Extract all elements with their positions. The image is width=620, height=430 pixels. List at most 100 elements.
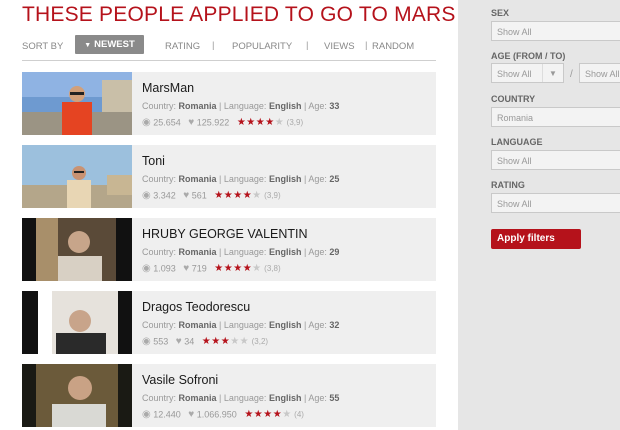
star-rating: ★★★★★ xyxy=(202,336,249,347)
rating-select[interactable]: Show All xyxy=(491,193,620,213)
age-label: Age: xyxy=(308,320,327,330)
age-value: 33 xyxy=(329,101,340,111)
language-value: English xyxy=(268,101,302,111)
language-value: English xyxy=(268,247,302,257)
age-to-select[interactable]: Show All xyxy=(579,63,620,83)
star-icon: ★ xyxy=(253,409,264,421)
age-to-value: Show All xyxy=(585,69,620,79)
country-filter-label: COUNTRY xyxy=(491,94,536,104)
country-label: Country: xyxy=(142,393,177,403)
star-icon: ★ xyxy=(272,409,283,421)
heart-icon: ♥ xyxy=(188,409,195,421)
sex-filter-label: SEX xyxy=(491,8,510,18)
applicant-photo[interactable] xyxy=(22,291,132,354)
applicant-name[interactable]: HRUBY GEORGE VALENTIN xyxy=(142,227,308,241)
sort-views-link[interactable]: VIEWS xyxy=(324,41,355,52)
applicant-details: Country: Romania | Language: English | A… xyxy=(142,247,340,257)
country-select[interactable]: Romania xyxy=(491,107,620,127)
star-icon: ★ xyxy=(274,117,285,129)
applicant-stats: ◉ 1.093 ♥ 719 ★★★★★ (3,8) xyxy=(142,263,281,274)
age-label: Age: xyxy=(308,247,327,257)
country-value: Romania xyxy=(178,247,217,257)
view-count: 1.093 xyxy=(153,263,176,274)
sort-separator: | xyxy=(306,40,309,51)
applicant-card[interactable]: MarsMan Country: Romania | Language: Eng… xyxy=(22,72,436,135)
language-label: Language: xyxy=(223,101,267,111)
sort-rating-link[interactable]: RATING xyxy=(165,41,200,52)
view-count: 3.342 xyxy=(153,190,176,201)
age-label: Age: xyxy=(308,174,327,184)
applicant-card[interactable]: Vasile Sofroni Country: Romania | Langua… xyxy=(22,364,436,427)
star-icon: ★ xyxy=(233,263,243,275)
star-icon: ★ xyxy=(220,336,231,348)
applicant-details: Country: Romania | Language: English | A… xyxy=(142,393,340,403)
applicant-stats: ◉ 3.342 ♥ 561 ★★★★★ (3,9) xyxy=(142,190,281,201)
view-count: 12.440 xyxy=(153,409,181,420)
applicant-name[interactable]: Vasile Sofroni xyxy=(142,373,218,387)
age-from-value: Show All xyxy=(497,69,532,79)
sex-select[interactable]: Show All xyxy=(491,21,620,41)
age-from-select[interactable]: Show All ▼ xyxy=(491,63,564,83)
sort-popularity-link[interactable]: POPULARITY xyxy=(232,41,292,52)
star-icon: ★ xyxy=(263,409,273,421)
star-icon: ★ xyxy=(201,336,212,348)
applicant-name[interactable]: Dragos Teodorescu xyxy=(142,300,250,314)
rating-value: (4) xyxy=(294,410,304,420)
country-label: Country: xyxy=(142,174,177,184)
language-select[interactable]: Show All xyxy=(491,150,620,170)
country-label: Country: xyxy=(142,101,177,111)
star-rating: ★★★★★ xyxy=(237,117,284,128)
like-count: 125.922 xyxy=(196,117,230,128)
sort-newest-button[interactable]: ▼ NEWEST xyxy=(75,35,144,54)
star-icon: ★ xyxy=(211,336,221,348)
apply-filters-button[interactable]: Apply filters xyxy=(491,229,581,249)
language-select-value: Show All xyxy=(497,156,532,166)
age-label: Age: xyxy=(308,101,327,111)
country-select-value: Romania xyxy=(497,113,534,123)
rating-value: (3,9) xyxy=(264,191,281,201)
heart-icon: ♥ xyxy=(188,117,195,129)
sort-random-link[interactable]: RANDOM xyxy=(372,41,414,52)
sort-separator: | xyxy=(365,40,368,51)
applicant-card[interactable]: HRUBY GEORGE VALENTIN Country: Romania |… xyxy=(22,218,436,281)
applicant-photo[interactable] xyxy=(22,364,132,427)
applicant-photo[interactable] xyxy=(22,218,132,281)
applicant-photo[interactable] xyxy=(22,72,132,135)
star-icon: ★ xyxy=(230,336,240,348)
like-count: 561 xyxy=(191,190,207,201)
age-label: Age: xyxy=(308,393,327,403)
main-content: THESE PEOPLE APPLIED TO GO TO MARS SORT … xyxy=(0,0,458,430)
chevron-down-icon: ▼ xyxy=(542,64,563,82)
applicant-card[interactable]: Toni Country: Romania | Language: Englis… xyxy=(22,145,436,208)
country-label: Country: xyxy=(142,320,177,330)
applicant-name[interactable]: Toni xyxy=(142,154,165,168)
language-label: Language: xyxy=(223,320,267,330)
applicant-card[interactable]: Dragos Teodorescu Country: Romania | Lan… xyxy=(22,291,436,354)
rating-filter-label: RATING xyxy=(491,180,525,190)
like-count: 719 xyxy=(191,263,207,274)
age-filter-label: AGE (FROM / TO) xyxy=(491,51,566,61)
applicant-details: Country: Romania | Language: English | A… xyxy=(142,174,340,184)
star-icon: ★ xyxy=(252,190,262,202)
applicant-stats: ◉ 25.654 ♥ 125.922 ★★★★★ (3,9) xyxy=(142,117,303,128)
like-count: 1.066.950 xyxy=(196,409,237,420)
applicant-photo[interactable] xyxy=(22,145,132,208)
star-icon: ★ xyxy=(242,263,253,275)
language-label: Language: xyxy=(223,393,267,403)
star-icon: ★ xyxy=(265,117,275,129)
rating-select-value: Show All xyxy=(497,199,532,209)
star-icon: ★ xyxy=(233,190,243,202)
heart-icon: ♥ xyxy=(183,263,190,275)
star-icon: ★ xyxy=(255,117,266,129)
applicant-name[interactable]: MarsMan xyxy=(142,81,194,95)
rating-value: (3,2) xyxy=(251,337,269,347)
sort-newest-label: NEWEST xyxy=(94,39,135,50)
eye-icon: ◉ xyxy=(142,190,151,202)
sort-separator: | xyxy=(212,40,215,51)
sort-by-label: SORT BY xyxy=(22,41,64,52)
age-range-separator: / xyxy=(570,69,573,80)
country-value: Romania xyxy=(178,393,217,403)
star-rating: ★★★★★ xyxy=(214,263,261,274)
applicant-stats: ◉ 12.440 ♥ 1.066.950 ★★★★★ (4) xyxy=(142,409,304,420)
heart-icon: ♥ xyxy=(183,190,190,202)
